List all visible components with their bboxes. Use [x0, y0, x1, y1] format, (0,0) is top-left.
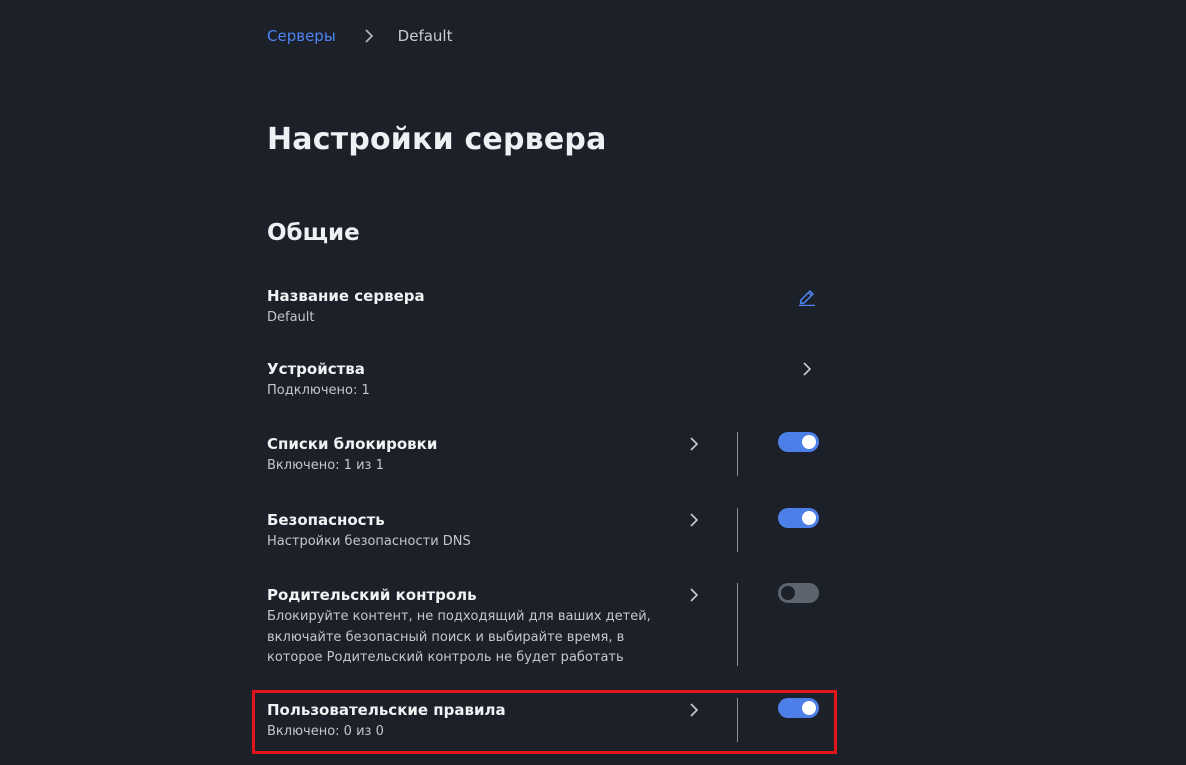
section-title: Общие: [267, 220, 360, 246]
breadcrumb-servers-link[interactable]: Серверы: [267, 27, 336, 45]
setting-title: Устройства: [267, 360, 365, 378]
breadcrumb: Серверы Default: [267, 27, 452, 45]
toggle-knob: [802, 435, 816, 449]
breadcrumb-current: Default: [397, 27, 453, 45]
blocklists-toggle[interactable]: [778, 432, 819, 452]
setting-title: Родительский контроль: [267, 586, 477, 604]
divider: [737, 432, 738, 476]
setting-subtitle: Включено: 1 из 1: [267, 458, 384, 473]
subtitle-line: которое Родительский контроль не будет р…: [267, 650, 624, 665]
setting-title: Название сервера: [267, 287, 425, 305]
setting-parental-control[interactable]: Родительский контроль Блокируйте контент…: [267, 585, 827, 669]
divider: [737, 583, 738, 666]
setting-title: Списки блокировки: [267, 435, 438, 453]
setting-subtitle: Настройки безопасности DNS: [267, 534, 471, 549]
setting-devices[interactable]: Устройства Подключено: 1: [267, 359, 827, 402]
setting-subtitle: Подключено: 1: [267, 383, 370, 398]
setting-blocklists[interactable]: Списки блокировки Включено: 1 из 1: [267, 434, 827, 477]
subtitle-line: включайте безопасный поиск и выбирайте в…: [267, 629, 625, 645]
subtitle-line: Блокируйте контент, не подходящий для ва…: [267, 609, 651, 624]
chevron-right-icon: [365, 29, 373, 43]
edit-icon[interactable]: [797, 286, 817, 306]
highlight-box: [252, 690, 837, 754]
setting-server-name[interactable]: Название сервера Default: [267, 286, 827, 329]
security-toggle[interactable]: [778, 508, 819, 528]
setting-title: Безопасность: [267, 511, 385, 529]
page-title: Настройки сервера: [267, 122, 607, 157]
divider: [737, 508, 738, 552]
chevron-right-icon[interactable]: [688, 586, 700, 604]
chevron-right-icon[interactable]: [688, 435, 700, 453]
setting-subtitle: Блокируйте контент, не подходящий для ва…: [267, 607, 827, 669]
toggle-knob: [802, 511, 816, 525]
parental-control-toggle[interactable]: [778, 583, 819, 603]
setting-security[interactable]: Безопасность Настройки безопасности DNS: [267, 510, 827, 553]
chevron-right-icon[interactable]: [688, 511, 700, 529]
chevron-right-icon[interactable]: [801, 360, 813, 378]
setting-subtitle: Default: [267, 310, 315, 325]
toggle-knob: [781, 586, 795, 600]
